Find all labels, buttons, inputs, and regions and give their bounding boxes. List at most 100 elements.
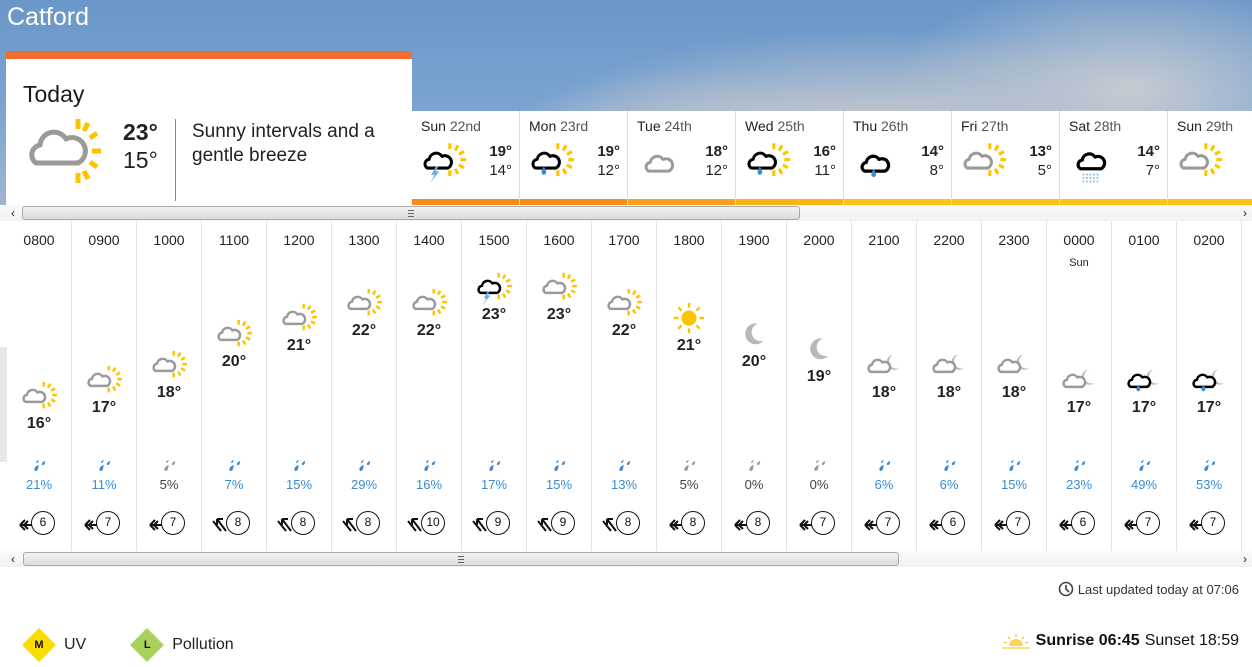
pollution-label[interactable]: Pollution bbox=[172, 636, 233, 654]
wind-indicator: 6 bbox=[17, 511, 63, 535]
hourly-scrollbar[interactable]: ‹ › bbox=[0, 551, 1252, 567]
day-date: 28th bbox=[1093, 118, 1122, 134]
day-card[interactable]: Sat 28th 14° 7° bbox=[1060, 111, 1168, 205]
sunny-intervals-icon bbox=[542, 272, 577, 300]
hour-column[interactable]: 0000 Sun 17° 23% 6 bbox=[1047, 221, 1112, 551]
pollution-badge[interactable]: L bbox=[130, 628, 165, 662]
hour-column[interactable]: 1100 20° 7% 8 bbox=[202, 221, 267, 551]
today-title: Today bbox=[23, 81, 85, 107]
wind-indicator: 7 bbox=[1122, 511, 1168, 535]
hour-column[interactable]: 1900 20° 0% 8 bbox=[722, 221, 787, 551]
wind-speed: 8 bbox=[746, 511, 770, 535]
scroll-thumb[interactable] bbox=[23, 552, 899, 566]
day-date: 24th bbox=[664, 118, 692, 134]
hour-column[interactable]: 0100 17° 49% 7 bbox=[1112, 221, 1177, 551]
hour-time: 1200 bbox=[283, 232, 315, 248]
hour-time: 0200 bbox=[1193, 232, 1225, 248]
scroll-right-arrow[interactable]: › bbox=[1239, 205, 1251, 221]
rain-chance: 0% bbox=[722, 458, 786, 492]
sunset-time: Sunset 18:59 bbox=[1144, 632, 1239, 649]
daily-scrollbar[interactable]: ‹ › bbox=[0, 205, 1252, 221]
hour-temp: 18° bbox=[156, 383, 182, 401]
rain-percent: 15% bbox=[285, 477, 313, 492]
raindrops-icon bbox=[1139, 459, 1151, 471]
uv-label[interactable]: UV bbox=[64, 636, 86, 654]
hour-temp: 18° bbox=[871, 383, 897, 401]
raindrops-icon bbox=[1009, 459, 1021, 471]
rain-chance: 15% bbox=[982, 458, 1046, 492]
hour-column[interactable]: 1300 22° 29% 8 bbox=[332, 221, 397, 551]
day-of-week: Mon bbox=[529, 118, 557, 134]
wind-speed: 7 bbox=[161, 511, 185, 535]
wind-speed: 9 bbox=[486, 511, 510, 535]
raindrops-icon bbox=[1074, 459, 1086, 471]
sunny-intervals-icon bbox=[29, 119, 101, 183]
day-card[interactable]: Sun 29th 1 bbox=[1168, 111, 1252, 205]
clear-night-icon bbox=[745, 322, 764, 344]
day-card[interactable]: Mon 23rd 19° 12° bbox=[520, 111, 628, 205]
hour-column[interactable]: 1400 22° 16% 10 bbox=[397, 221, 462, 551]
wind-speed: 7 bbox=[876, 511, 900, 535]
day-date: 29th bbox=[1205, 118, 1234, 134]
light-rain-sun-icon bbox=[747, 143, 791, 176]
day-max-temp: 13° bbox=[1029, 143, 1052, 160]
day-card[interactable]: Sun 22nd 19° 14° bbox=[412, 111, 520, 205]
hour-time: 0000 bbox=[1063, 232, 1095, 248]
hour-column[interactable]: 2100 18° 6% 7 bbox=[852, 221, 917, 551]
light-rain-sun-icon bbox=[531, 143, 575, 176]
hour-column[interactable]: 0900 17° 11% 7 bbox=[72, 221, 137, 551]
uv-badge[interactable]: M bbox=[22, 628, 56, 662]
wind-indicator: 8 bbox=[732, 511, 778, 535]
today-card[interactable]: Today 23° 15° Sunny intervals and a gent… bbox=[6, 51, 412, 205]
day-label: Thu 26th bbox=[853, 118, 908, 134]
sunrise-time: Sunrise 06:45 bbox=[1035, 632, 1140, 649]
scroll-left-arrow[interactable]: ‹ bbox=[7, 551, 19, 567]
hour-column[interactable]: 1700 22° 13% 8 bbox=[592, 221, 657, 551]
raindrops-icon bbox=[619, 459, 631, 471]
hour-column[interactable]: 1600 23° 15% 9 bbox=[527, 221, 592, 551]
hour-column[interactable]: 0800 16° 21% 6 bbox=[7, 221, 72, 551]
hour-time: 1600 bbox=[543, 232, 575, 248]
day-of-week: Thu bbox=[853, 118, 878, 134]
wind-indicator: 7 bbox=[1187, 511, 1233, 535]
hour-column[interactable]: 2000 19° 0% 7 bbox=[787, 221, 852, 551]
day-card[interactable]: Wed 25th 16° 11° bbox=[736, 111, 844, 205]
wind-indicator: 8 bbox=[667, 511, 713, 535]
hour-time: 0100 bbox=[1128, 232, 1160, 248]
day-card[interactable]: Fri 27th 13° 5° bbox=[952, 111, 1060, 205]
day-card[interactable]: Thu 26th 14° 8° bbox=[844, 111, 952, 205]
wind-speed: 8 bbox=[226, 511, 250, 535]
hour-column[interactable]: 0200 17° 53% 7 bbox=[1177, 221, 1242, 551]
day-card[interactable]: Tue 24th 18° 12° bbox=[628, 111, 736, 205]
rain-chance: 5% bbox=[657, 458, 721, 492]
raindrops-icon bbox=[749, 459, 761, 471]
hour-column[interactable]: 2200 18° 6% 6 bbox=[917, 221, 982, 551]
raindrops-icon bbox=[1204, 459, 1216, 471]
day-max-temp: 14° bbox=[921, 143, 944, 160]
hour-time: 2100 bbox=[868, 232, 900, 248]
raindrops-icon bbox=[814, 459, 826, 471]
hour-column[interactable]: 1500 23° 17% 9 bbox=[462, 221, 527, 551]
uv-level: M bbox=[34, 639, 44, 651]
hour-column[interactable]: 1800 21° 5% 8 bbox=[657, 221, 722, 551]
raindrops-icon bbox=[99, 459, 111, 471]
rain-percent: 7% bbox=[224, 477, 244, 492]
raindrops-icon bbox=[359, 459, 371, 471]
hour-column[interactable]: 1000 18° 5% 7 bbox=[137, 221, 202, 551]
hour-weather: 16° bbox=[7, 380, 71, 433]
scroll-left-arrow[interactable]: ‹ bbox=[7, 205, 19, 221]
hour-temp: 22° bbox=[351, 321, 377, 339]
rain-percent: 0% bbox=[809, 477, 829, 492]
light-cloud-icon bbox=[644, 154, 675, 173]
raindrops-icon bbox=[424, 459, 436, 471]
hour-column[interactable]: 1200 21° 15% 8 bbox=[267, 221, 332, 551]
rain-chance: 29% bbox=[332, 458, 396, 492]
wind-indicator: 6 bbox=[1057, 511, 1103, 535]
hour-temp: 17° bbox=[1131, 399, 1157, 416]
raindrops-icon bbox=[554, 459, 566, 471]
scroll-thumb[interactable] bbox=[22, 206, 800, 220]
scroll-right-arrow[interactable]: › bbox=[1239, 551, 1251, 567]
hour-column[interactable]: 2300 18° 15% 7 bbox=[982, 221, 1047, 551]
day-min-temp: 7° bbox=[1145, 162, 1160, 179]
day-label: Mon 23rd bbox=[529, 118, 588, 134]
